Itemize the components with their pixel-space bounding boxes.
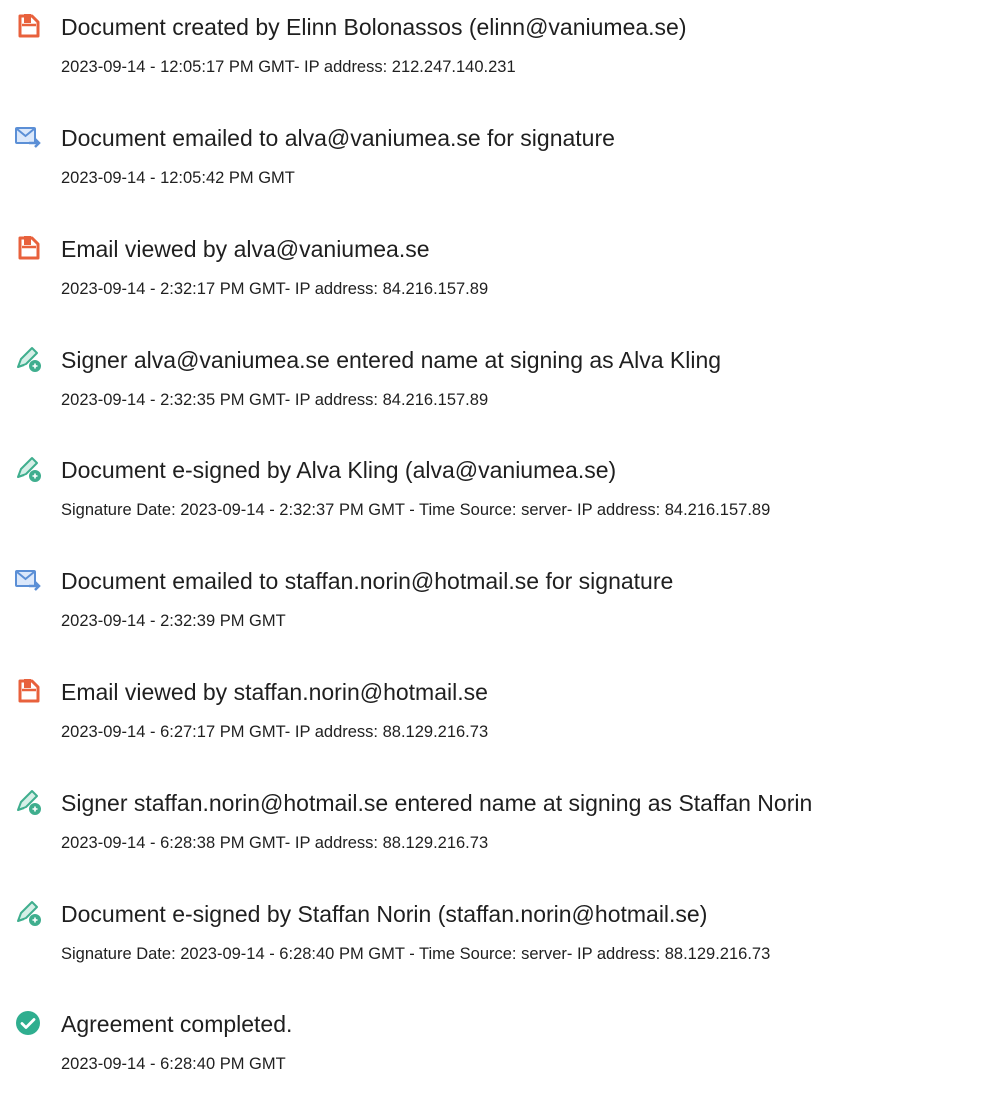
event-detail: 2023-09-14 - 6:28:38 PM GMT- IP address:… (61, 834, 489, 852)
event-detail: 2023-09-14 - 6:28:40 PM GMT (61, 1055, 286, 1073)
event-title: Agreement completed. (61, 1011, 293, 1037)
event-title: Email viewed by alva@vaniumea.se (61, 236, 430, 262)
email-send-icon (14, 566, 42, 594)
event-detail: 2023-09-14 - 12:05:17 PM GMT- IP address… (61, 58, 516, 76)
email-send-icon (14, 123, 42, 151)
event-detail: 2023-09-14 - 2:32:35 PM GMT- IP address:… (61, 391, 489, 409)
event-title: Document emailed to staffan.norin@hotmai… (61, 568, 674, 594)
history-event: Signer alva@vaniumea.se entered name at … (0, 345, 981, 435)
document-icon (14, 12, 42, 40)
event-title: Document emailed to alva@vaniumea.se for… (61, 125, 615, 151)
event-detail: Signature Date: 2023-09-14 - 2:32:37 PM … (61, 501, 771, 519)
document-icon (14, 677, 42, 705)
history-event: Signer staffan.norin@hotmail.se entered … (0, 788, 981, 878)
signature-pen-icon (14, 788, 42, 816)
event-title: Signer staffan.norin@hotmail.se entered … (61, 790, 813, 816)
history-event: Agreement completed. 2023-09-14 - 6:28:4… (0, 1009, 981, 1099)
history-event: Document emailed to staffan.norin@hotmai… (0, 566, 981, 656)
history-event: Document created by Elinn Bolonassos (el… (0, 12, 981, 102)
event-detail: 2023-09-14 - 2:32:39 PM GMT (61, 612, 286, 630)
history-event: Email viewed by staffan.norin@hotmail.se… (0, 677, 981, 767)
history-event: Email viewed by alva@vaniumea.se 2023-09… (0, 234, 981, 324)
event-title: Document created by Elinn Bolonassos (el… (61, 14, 687, 40)
event-title: Document e-signed by Alva Kling (alva@va… (61, 457, 617, 483)
event-detail: Signature Date: 2023-09-14 - 6:28:40 PM … (61, 945, 771, 963)
event-title: Document e-signed by Staffan Norin (staf… (61, 901, 708, 927)
event-title: Signer alva@vaniumea.se entered name at … (61, 347, 722, 373)
checkmark-circle-icon (14, 1009, 42, 1037)
signature-pen-icon (14, 345, 42, 373)
signature-pen-icon (14, 899, 42, 927)
signature-pen-icon (14, 455, 42, 483)
history-event: Document e-signed by Staffan Norin (staf… (0, 899, 981, 989)
event-detail: 2023-09-14 - 2:32:17 PM GMT- IP address:… (61, 280, 489, 298)
event-title: Email viewed by staffan.norin@hotmail.se (61, 679, 488, 705)
event-detail: 2023-09-14 - 6:27:17 PM GMT- IP address:… (61, 723, 489, 741)
event-detail: 2023-09-14 - 12:05:42 PM GMT (61, 169, 295, 187)
document-icon (14, 234, 42, 262)
history-event: Document e-signed by Alva Kling (alva@va… (0, 455, 981, 545)
history-event: Document emailed to alva@vaniumea.se for… (0, 123, 981, 213)
